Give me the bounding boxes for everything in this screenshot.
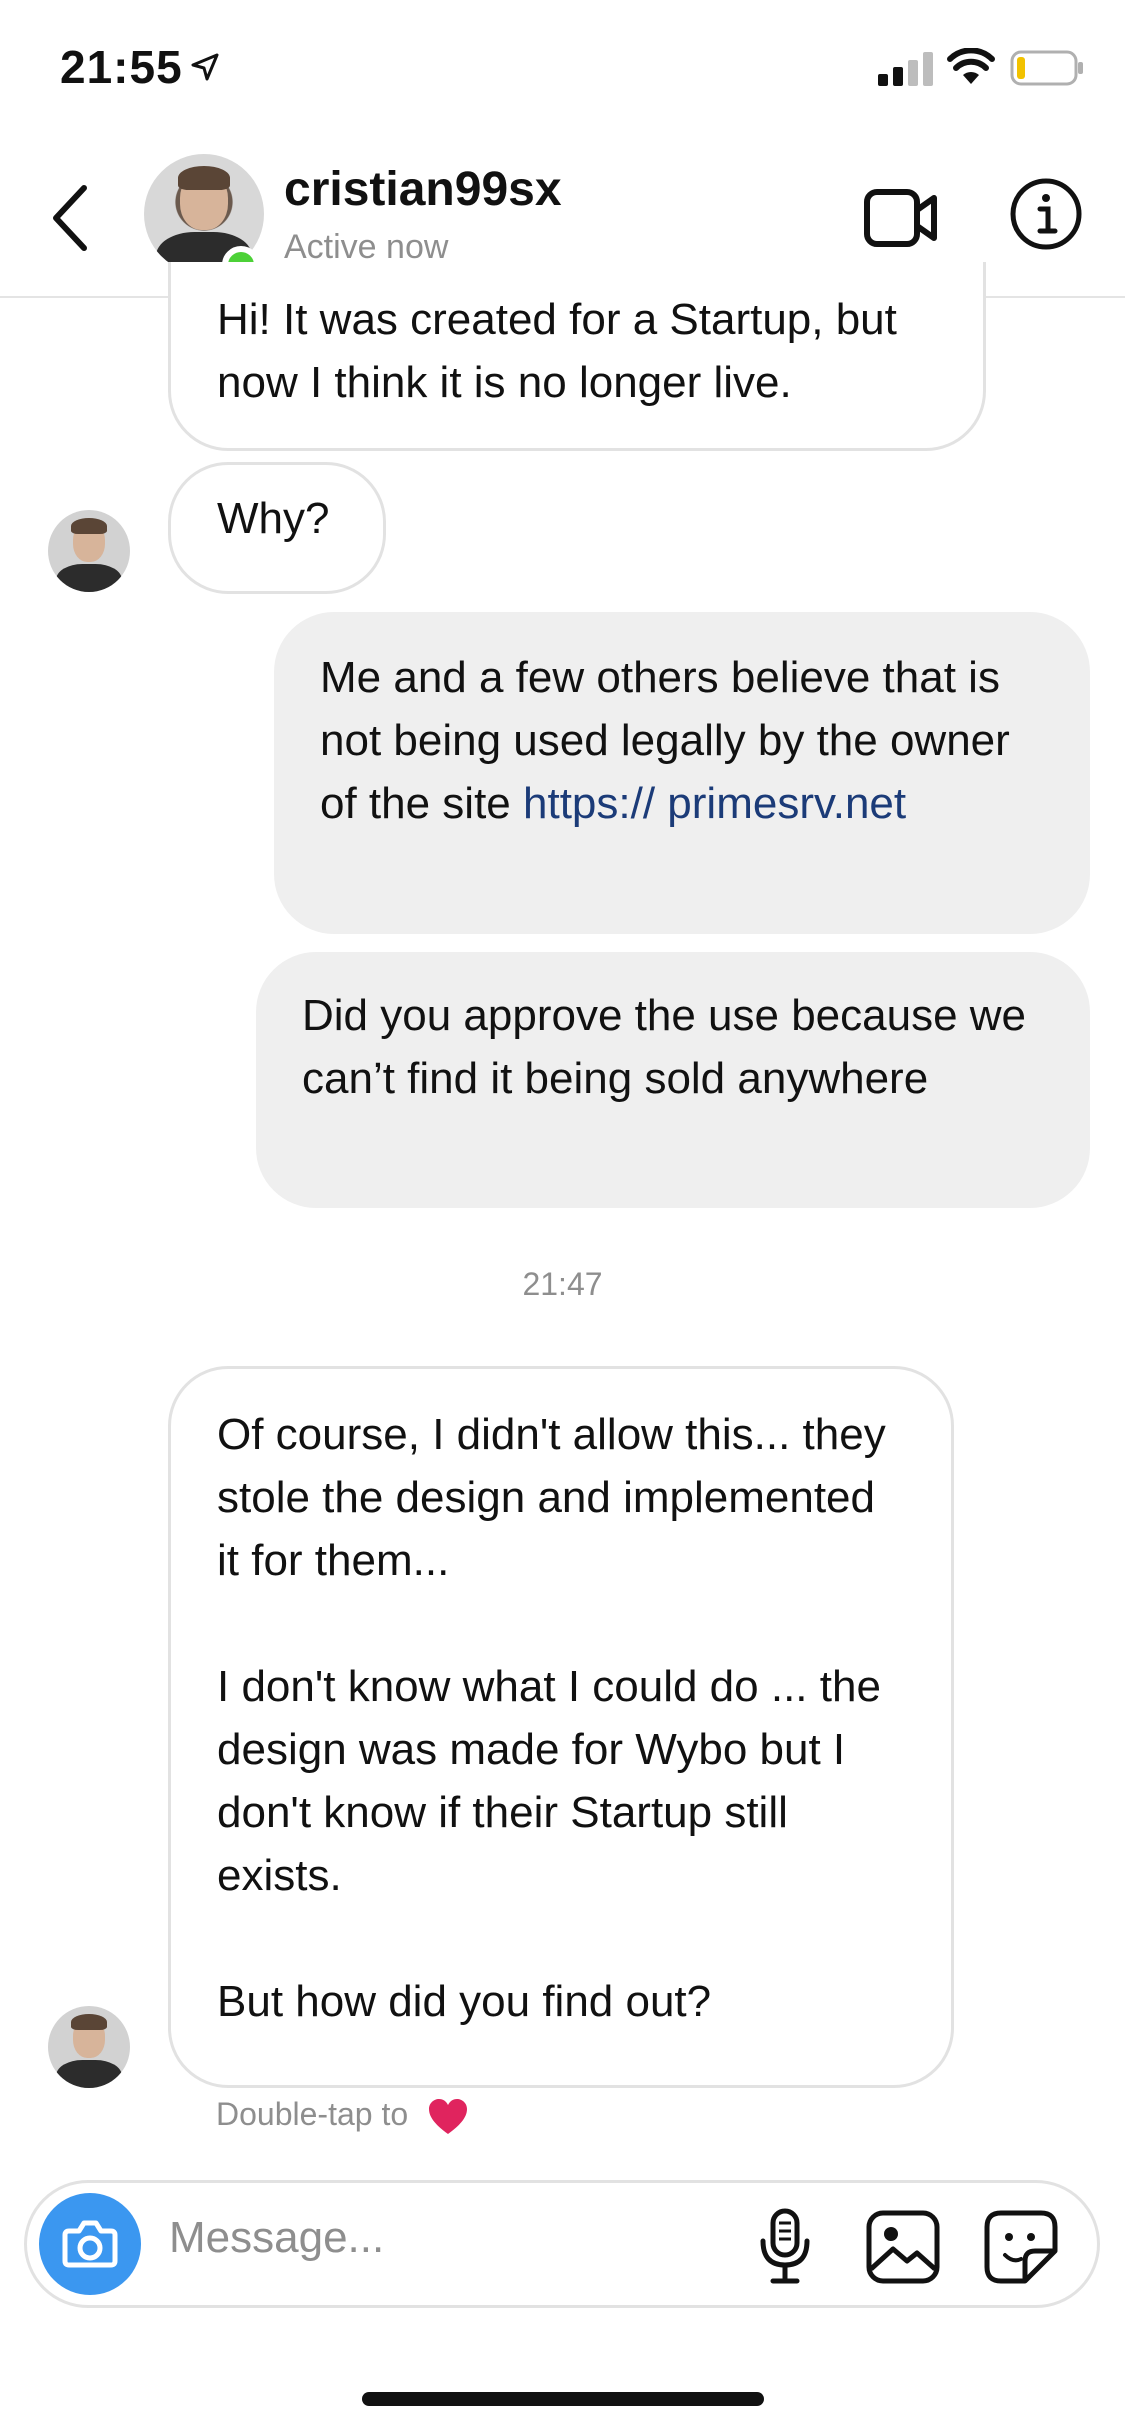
sticker-icon[interactable]: [983, 2209, 1059, 2285]
wifi-icon: [947, 48, 995, 84]
camera-icon: [62, 2220, 118, 2268]
message-input[interactable]: [169, 2213, 729, 2263]
message-bubble-incoming[interactable]: Hi! It was created for a Startup, but no…: [168, 262, 986, 451]
camera-button[interactable]: [39, 2193, 141, 2295]
message-bubble-outgoing[interactable]: Did you approve the use because we can’t…: [256, 952, 1090, 1208]
heart-icon: [429, 2098, 468, 2134]
profile-avatar[interactable]: [144, 154, 264, 284]
signal-icon: [878, 52, 933, 86]
message-paragraph: I don't know what I could do ... the des…: [217, 1662, 881, 1900]
chat-username[interactable]: cristian99sx: [284, 162, 562, 217]
message-text: Did you approve the use because we can’t…: [302, 991, 1027, 1103]
location-arrow-icon: [191, 53, 219, 81]
home-indicator[interactable]: [362, 2392, 764, 2406]
message-bubble-incoming[interactable]: Why?: [168, 462, 386, 594]
message-bubble-incoming[interactable]: Of course, I didn't allow this... they s…: [168, 1366, 954, 2088]
back-chevron-icon[interactable]: [40, 178, 104, 258]
message-text: Why?: [217, 494, 330, 543]
message-paragraph: Of course, I didn't allow this... they s…: [217, 1410, 886, 1585]
message-bubble-outgoing[interactable]: Me and a few others believe that is not …: [274, 612, 1090, 934]
message-text: Hi! It was created for a Startup, but no…: [217, 295, 897, 407]
video-call-icon[interactable]: [864, 186, 938, 250]
double-tap-hint: Double-tap to: [216, 2096, 469, 2136]
microphone-icon[interactable]: [755, 2207, 815, 2287]
status-time: 21:55: [60, 41, 183, 93]
sender-avatar[interactable]: [48, 510, 130, 592]
message-composer: [24, 2180, 1100, 2308]
info-icon[interactable]: [1008, 176, 1084, 252]
double-tap-text: Double-tap to: [216, 2096, 409, 2132]
message-timestamp: 21:47: [522, 1266, 603, 1302]
sender-avatar[interactable]: [48, 2006, 130, 2088]
message-paragraph: But how did you find out?: [217, 1977, 712, 2026]
battery-icon: [1010, 50, 1083, 86]
status-bar: 21:55: [0, 0, 1125, 140]
message-link[interactable]: https:// primesrv.net: [523, 779, 906, 828]
gallery-icon[interactable]: [865, 2209, 941, 2285]
